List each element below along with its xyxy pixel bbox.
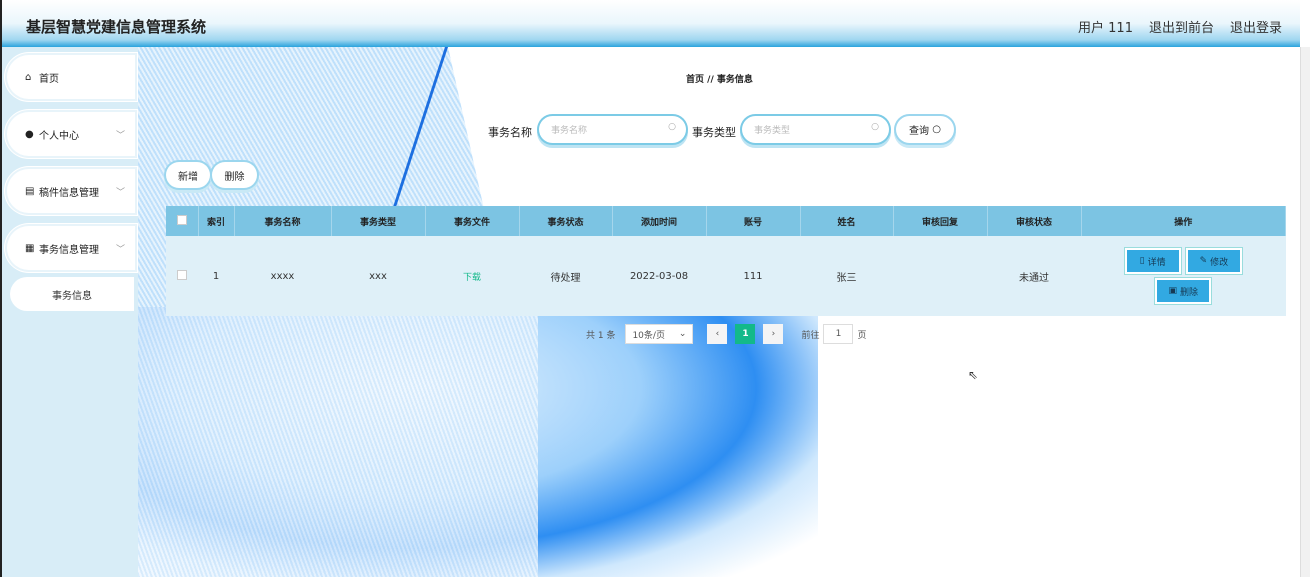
cell-audit: 未通过 [987,236,1081,316]
sidebar-item-label: 个人中心 [39,130,79,142]
app-title: 基层智慧党建信息管理系统 [26,18,207,36]
goto-label: 前往 [801,330,820,341]
query-label: 查询 [909,126,930,137]
column-header: 添加时间 [612,206,707,236]
download-link[interactable]: 下载 [425,236,519,316]
row-checkbox[interactable] [166,236,198,316]
table-row: 1 xxxx xxx 下载 待处理 2022-03-08 111 张三 未通过 … [166,236,1286,316]
prev-page-button[interactable]: ‹ [707,324,728,344]
mouse-cursor-icon: ⇖ [968,368,979,382]
to-front-link[interactable]: 退出到前台 [1149,17,1214,36]
sidebar-item-affairs[interactable]: ▦ 事务信息管理 ﹀ [7,226,135,270]
edit-button[interactable]: ✎ 修改 [1187,250,1240,272]
breadcrumb-home[interactable]: 首页 [686,75,704,85]
scrollbar[interactable] [1300,47,1310,577]
background-wave [138,307,538,577]
breadcrumb-separator: // [707,75,714,85]
row-delete-button[interactable]: ▣ 删除 [1157,280,1210,302]
name-label: 事务名称 [488,126,532,139]
delete-label: 删除 [1180,287,1199,298]
breadcrumb-current: 事务信息 [716,75,753,85]
cell-account: 111 [706,236,800,316]
cell-index: 1 [198,236,234,316]
affairs-table: 索引 事务名称 事务类型 事务文件 事务状态 添加时间 账号 姓名 审核回复 审… [166,206,1286,316]
chevron-down-icon: ⌄ [678,329,687,339]
home-icon: ⌂ [25,71,32,83]
page-size-select[interactable]: 10条/页 ⌄ [625,324,694,344]
cell-reply [893,236,987,316]
sidebar: ⌂ 首页 ● 个人中心 ﹀ ▤ 稿件信息管理 ﹀ ▦ 事务信息管理 ﹀ 事务信息 [0,47,138,577]
chevron-down-icon: ﹀ [115,244,125,255]
sidebar-subitem-affairs-info[interactable]: 事务信息 [10,277,134,311]
total-count: 共 1 条 [586,330,616,341]
type-search-input[interactable]: 事务类型 ○ [742,116,889,143]
pagination: 共 1 条 10条/页 ⌄ ‹ 1 › 前往 1 页 [586,324,866,344]
column-header: 账号 [706,206,801,236]
sidebar-item-label: 首页 [39,73,59,85]
sidebar-item-manuscript[interactable]: ▤ 稿件信息管理 ﹀ [7,169,135,213]
grid-icon: ▦ [25,242,35,254]
column-header: 事务类型 [331,206,426,236]
column-header: 索引 [198,206,235,236]
edit-label: 修改 [1210,257,1229,268]
cell-person: 张三 [800,236,893,316]
placeholder: 事务类型 [754,126,791,136]
goto-page-input[interactable]: 1 [823,324,854,344]
breadcrumb: 首页 // 事务信息 [686,72,753,85]
sidebar-item-label: 稿件信息管理 [39,187,99,199]
edit-icon: ✎ [1199,256,1208,266]
search-icon: ○ [668,122,676,132]
page-1-button[interactable]: 1 [735,324,756,344]
column-header: 姓名 [800,206,894,236]
add-button[interactable]: 新增 [166,162,210,188]
column-header: 事务名称 [234,206,332,236]
select-all-checkbox[interactable] [166,206,199,236]
chevron-down-icon: ﹀ [115,130,125,141]
logout-link[interactable]: 退出登录 [1230,17,1282,36]
table-header: 索引 事务名称 事务类型 事务文件 事务状态 添加时间 账号 姓名 审核回复 审… [166,206,1286,236]
search-icon: ○ [871,122,879,132]
column-header: 审核回复 [893,206,988,236]
document-icon: ▤ [25,185,35,197]
trash-icon: ▣ [1168,286,1177,296]
cell-status: 待处理 [519,236,612,316]
detail-label: 详情 [1147,257,1166,268]
cell-time: 2022-03-08 [612,236,706,316]
sidebar-item-home[interactable]: ⌂ 首页 [7,55,135,99]
query-button[interactable]: 查询 ○ [896,116,954,143]
document-icon: ▯ [1139,256,1145,266]
column-header: 操作 [1081,206,1286,236]
page-unit-label: 页 [857,330,867,341]
type-label: 事务类型 [692,126,736,139]
name-search-input[interactable]: 事务名称 ○ [539,116,686,143]
cell-operations: ▯ 详情 ✎ 修改 ▣ 删除 [1081,236,1286,316]
sidebar-item-label: 事务信息管理 [39,244,99,256]
sidebar-item-personal[interactable]: ● 个人中心 ﹀ [7,112,135,156]
chevron-down-icon: ﹀ [115,187,125,198]
header: 基层智慧党建信息管理系统 用户 111 退出到前台 退出登录 [0,0,1300,47]
user-label: 用户 111 [1078,21,1133,36]
user-icon: ● [25,128,34,140]
next-page-button[interactable]: › [763,324,784,344]
cell-type: xxx [331,236,425,316]
column-header: 事务文件 [425,206,520,236]
search-icon: ○ [932,124,941,135]
column-header: 事务状态 [519,206,613,236]
placeholder: 事务名称 [551,126,588,136]
detail-button[interactable]: ▯ 详情 [1126,250,1179,272]
column-header: 审核状态 [987,206,1082,236]
page-size-value: 10条/页 [632,330,665,341]
delete-button[interactable]: 删除 [212,162,257,188]
cell-name: xxxx [234,236,331,316]
